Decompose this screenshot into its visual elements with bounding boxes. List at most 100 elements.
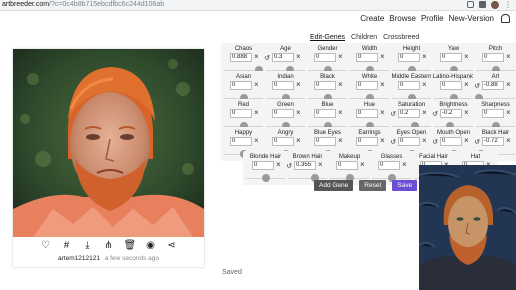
clear-icon[interactable]: × [506,80,511,90]
gene-value-input[interactable]: -0.2 [440,109,462,118]
gene-value-input[interactable]: 0 [440,53,462,62]
reset-icon[interactable]: ↺ [473,82,481,91]
puzzle-icon[interactable] [479,1,486,8]
browser-menu-icon[interactable]: ⋮ [504,1,512,9]
clear-icon[interactable]: × [296,136,301,146]
extension-icon[interactable] [467,1,474,8]
clear-icon[interactable]: × [380,80,385,90]
gene-value-input[interactable]: 0 [356,137,378,146]
gene-value-input[interactable]: 0 [398,53,420,62]
gene-value-input[interactable]: 0 [272,137,294,146]
gene-value-input[interactable]: 0 [398,81,420,90]
gene-value-input[interactable]: 0 [272,81,294,90]
eye-icon[interactable]: ◉ [145,240,157,252]
tab-children[interactable]: Children [351,34,377,41]
gene-label: Glasses [380,154,403,160]
gene-value-input[interactable]: 0 [230,109,252,118]
clear-icon[interactable]: × [380,136,385,146]
gene-value-input[interactable]: 0 [314,109,336,118]
clear-icon[interactable]: × [402,160,407,170]
clear-icon[interactable]: × [422,52,427,62]
clear-icon[interactable]: × [338,80,343,90]
clear-icon[interactable]: × [506,52,511,62]
reset-icon[interactable]: ↺ [389,138,397,147]
reset-icon[interactable]: ↺ [473,138,481,147]
gene-value-input[interactable]: -0.88 [482,81,504,90]
reset-icon[interactable]: ↺ [263,54,271,63]
gene-value-input[interactable]: 0 [440,137,462,146]
reset-icon[interactable]: ↺ [431,138,439,147]
clear-icon[interactable]: × [506,136,511,146]
gene-value-input[interactable]: 0 [482,109,504,118]
clear-icon[interactable]: × [464,52,469,62]
gene-value-input[interactable]: 0 [230,137,252,146]
reset-icon[interactable]: ↺ [431,110,439,119]
clear-icon[interactable]: × [254,80,259,90]
gene-value-input[interactable]: 0 [482,53,504,62]
nav-create[interactable]: Create [360,14,384,23]
gene-value-input[interactable]: 0.355 [294,161,316,170]
address-bar[interactable]: artbreeder.com/?c=0c4b8b715ebcdfbc6c244d… [2,1,164,8]
author-link[interactable]: artem1212121 [58,255,100,262]
clear-icon[interactable]: × [464,108,469,118]
clear-icon[interactable]: × [380,108,385,118]
gene-value-input[interactable]: 0 [314,81,336,90]
slider-thumb[interactable] [261,174,270,182]
gene-value-input[interactable]: 0 [440,81,462,90]
portrait-image[interactable] [13,49,204,237]
gene-value-input[interactable]: 0.888 [230,53,252,62]
clear-icon[interactable]: × [276,160,281,170]
clear-icon[interactable]: × [338,108,343,118]
clear-icon[interactable]: × [338,136,343,146]
slider-track[interactable] [288,178,327,179]
gene-value-input[interactable]: 0.3 [272,53,294,62]
tab-crossbreed[interactable]: Crossbreed [383,34,419,41]
heart-icon[interactable]: ♡ [40,240,52,252]
trash-icon[interactable]: 🗑 [124,240,137,252]
clear-icon[interactable]: × [296,80,301,90]
nav-profile[interactable]: Profile [421,14,444,23]
gene-value-input[interactable]: 0 [356,53,378,62]
gene-value-input[interactable]: 0 [356,109,378,118]
clear-icon[interactable]: × [360,160,365,170]
clear-icon[interactable]: × [422,108,427,118]
clear-icon[interactable]: × [464,136,469,146]
clear-icon[interactable]: × [296,108,301,118]
hash-icon[interactable]: # [61,240,73,252]
gene-value-input[interactable]: -0.72 [482,137,504,146]
gene-value-input[interactable]: 0 [252,161,274,170]
gene-value-input[interactable]: 0 [398,137,420,146]
gene-value-input[interactable]: 0 [336,161,358,170]
tab-edit-genes[interactable]: Edit-Genes [310,34,345,41]
save-button[interactable]: Save [392,180,418,191]
bell-icon[interactable] [501,14,510,23]
clear-icon[interactable]: × [380,52,385,62]
gene-value-input[interactable]: 0 [314,137,336,146]
gene-value-input[interactable]: 0 [378,161,400,170]
profile-avatar[interactable] [491,1,499,9]
clear-icon[interactable]: × [422,136,427,146]
reset-button[interactable]: Reset [359,180,387,191]
gene-value-input[interactable]: 0 [356,81,378,90]
share-icon[interactable]: ⋖ [166,240,178,252]
clear-icon[interactable]: × [296,52,301,62]
gene-value-input[interactable]: 0 [314,53,336,62]
add-gene-button[interactable]: Add Gene [314,180,354,191]
download-icon[interactable]: ⤓ [82,240,94,252]
gene-value-input[interactable]: 0 [230,81,252,90]
clear-icon[interactable]: × [318,160,323,170]
clear-icon[interactable]: × [506,108,511,118]
reset-icon[interactable]: ↺ [389,110,397,119]
clear-icon[interactable]: × [464,80,469,90]
clear-icon[interactable]: × [422,80,427,90]
gene-value-input[interactable]: 0.2 [398,109,420,118]
clear-icon[interactable]: × [254,108,259,118]
nav-new-version[interactable]: New-Version [449,14,494,23]
gene-value-input[interactable]: 0 [272,109,294,118]
clear-icon[interactable]: × [254,52,259,62]
tree-icon[interactable]: ⋔ [103,240,115,252]
nav-browse[interactable]: Browse [389,14,416,23]
clear-icon[interactable]: × [338,52,343,62]
reset-icon[interactable]: ↺ [285,162,293,171]
clear-icon[interactable]: × [254,136,259,146]
